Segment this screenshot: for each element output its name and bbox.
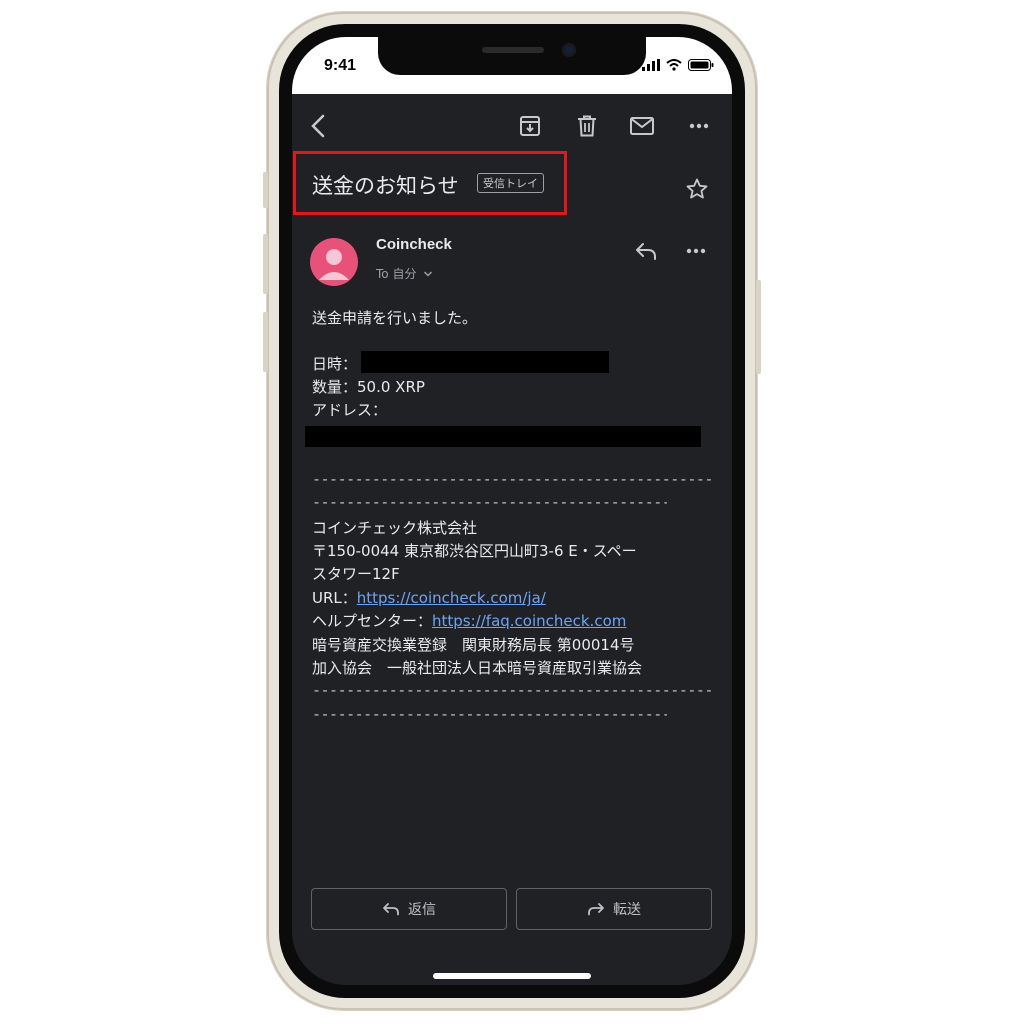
home-indicator[interactable]	[433, 973, 591, 979]
wifi-icon	[666, 59, 682, 71]
signal-icon	[642, 59, 660, 71]
body-datetime-label: 日時：	[312, 355, 358, 373]
reply-button-icon	[383, 903, 399, 916]
reply-icon[interactable]	[634, 241, 658, 265]
reply-button[interactable]: 返信	[311, 888, 507, 930]
sender-name[interactable]: Coincheck	[376, 236, 452, 253]
recipient-text: To 自分	[376, 267, 417, 281]
forward-button[interactable]: 転送	[516, 888, 712, 930]
body-help-line: ヘルプセンター：https://faq.coincheck.com	[312, 610, 626, 633]
avatar[interactable]	[310, 238, 358, 286]
message-more-icon[interactable]	[686, 241, 706, 265]
body-address-label: アドレス：	[312, 401, 388, 419]
forward-button-label: 転送	[613, 902, 641, 918]
forward-icon	[588, 903, 604, 916]
body-association: 加入協会 一般社団法人日本暗号資産取引業協会	[312, 659, 643, 677]
separator-top-1: ----------------------------------------…	[312, 470, 712, 488]
body-intro: 送金申請を行いました。	[312, 309, 478, 327]
back-icon[interactable]	[304, 112, 332, 140]
side-button-volume-down	[263, 312, 268, 372]
highlight-box	[293, 151, 567, 215]
screen: 9:41 送金のお知らせ 受信トレイ Coincheck To 自分 送金申請を…	[292, 37, 732, 985]
mail-icon[interactable]	[628, 112, 656, 140]
body-amount: 数量：50.0 XRP	[312, 378, 425, 396]
body-address-line1: 〒150-0044 東京都渋谷区円山町3-6 E・スペー	[312, 542, 637, 560]
trash-icon[interactable]	[573, 112, 601, 140]
side-button-power	[756, 280, 761, 374]
speaker	[482, 47, 544, 53]
help-label: ヘルプセンター：	[312, 612, 433, 630]
body-registration: 暗号資産交換業登録 関東財務局長 第00014号	[312, 636, 635, 654]
body-address-line2: スタワー12F	[312, 565, 400, 583]
status-time: 9:41	[324, 57, 357, 74]
body-url-line: URL：https://coincheck.com/ja/	[312, 587, 546, 610]
redaction-address	[305, 426, 701, 447]
side-button-silent	[263, 172, 268, 208]
redaction-datetime	[361, 351, 609, 373]
email-toolbar	[292, 94, 732, 158]
reply-button-label: 返信	[408, 902, 436, 918]
help-link[interactable]: https://faq.coincheck.com	[432, 612, 626, 630]
side-button-volume-up	[263, 234, 268, 294]
notch	[378, 37, 646, 75]
separator-bottom-1: ----------------------------------------…	[312, 681, 712, 699]
body-company: コインチェック株式会社	[312, 519, 478, 537]
chevron-down-icon	[424, 271, 433, 277]
status-icons	[642, 59, 714, 71]
url-label: URL：	[312, 589, 357, 607]
more-icon[interactable]	[685, 112, 713, 140]
star-icon[interactable]	[685, 177, 709, 205]
archive-icon[interactable]	[516, 112, 544, 140]
separator-bottom-2: ----------------------------------------…	[312, 705, 667, 723]
recipient-line[interactable]: To 自分	[376, 265, 433, 282]
battery-icon	[688, 59, 714, 71]
front-camera	[562, 43, 576, 57]
separator-top-2: ----------------------------------------…	[312, 493, 667, 511]
url-link[interactable]: https://coincheck.com/ja/	[357, 589, 546, 607]
